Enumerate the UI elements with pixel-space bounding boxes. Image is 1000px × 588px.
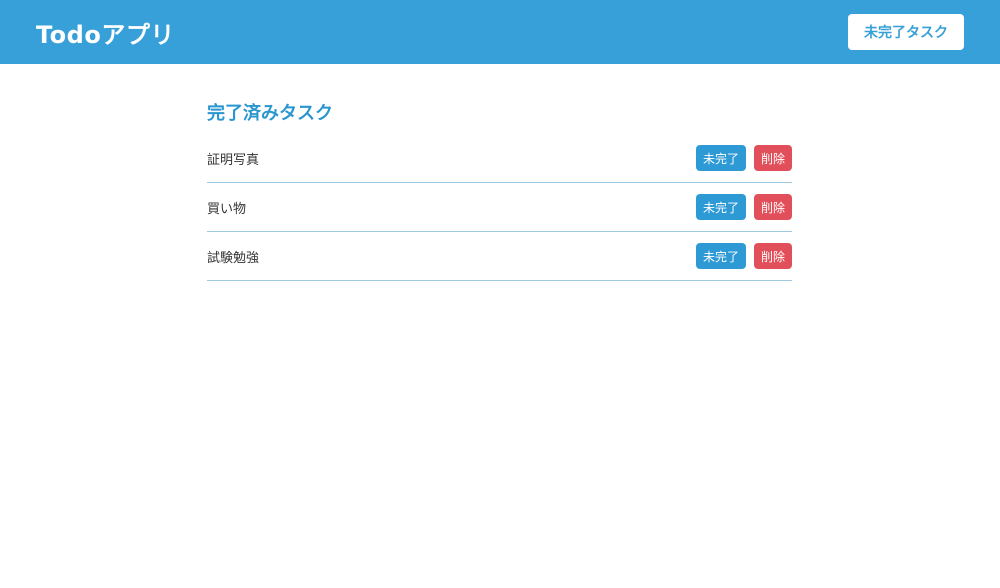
task-row: 買い物 未完了 削除 — [207, 183, 792, 232]
section-title: 完了済みタスク — [207, 103, 333, 124]
mark-incomplete-button[interactable]: 未完了 — [695, 194, 746, 220]
incomplete-tasks-nav-button[interactable]: 未完了タスク — [848, 14, 964, 50]
completed-tasks-section: 完了済みタスク 証明写真 未完了 削除 買い物 未完了 削除 試験勉強 未完了 … — [207, 100, 792, 281]
task-name: 証明写真 — [207, 152, 260, 168]
mark-incomplete-button[interactable]: 未完了 — [695, 243, 746, 269]
delete-button[interactable]: 削除 — [753, 145, 792, 171]
delete-button[interactable]: 削除 — [753, 243, 792, 269]
app-header: Todoアプリ 未完了タスク — [0, 0, 1000, 64]
task-row: 試験勉強 未完了 削除 — [207, 232, 792, 281]
task-actions: 未完了 削除 — [695, 145, 792, 171]
delete-button[interactable]: 削除 — [753, 194, 792, 220]
task-row: 証明写真 未完了 削除 — [207, 134, 792, 183]
task-name: 買い物 — [207, 201, 247, 217]
task-actions: 未完了 削除 — [695, 194, 792, 220]
mark-incomplete-button[interactable]: 未完了 — [695, 145, 746, 171]
task-name: 試験勉強 — [207, 250, 260, 266]
app-title: Todoアプリ — [36, 20, 175, 49]
task-actions: 未完了 削除 — [695, 243, 792, 269]
